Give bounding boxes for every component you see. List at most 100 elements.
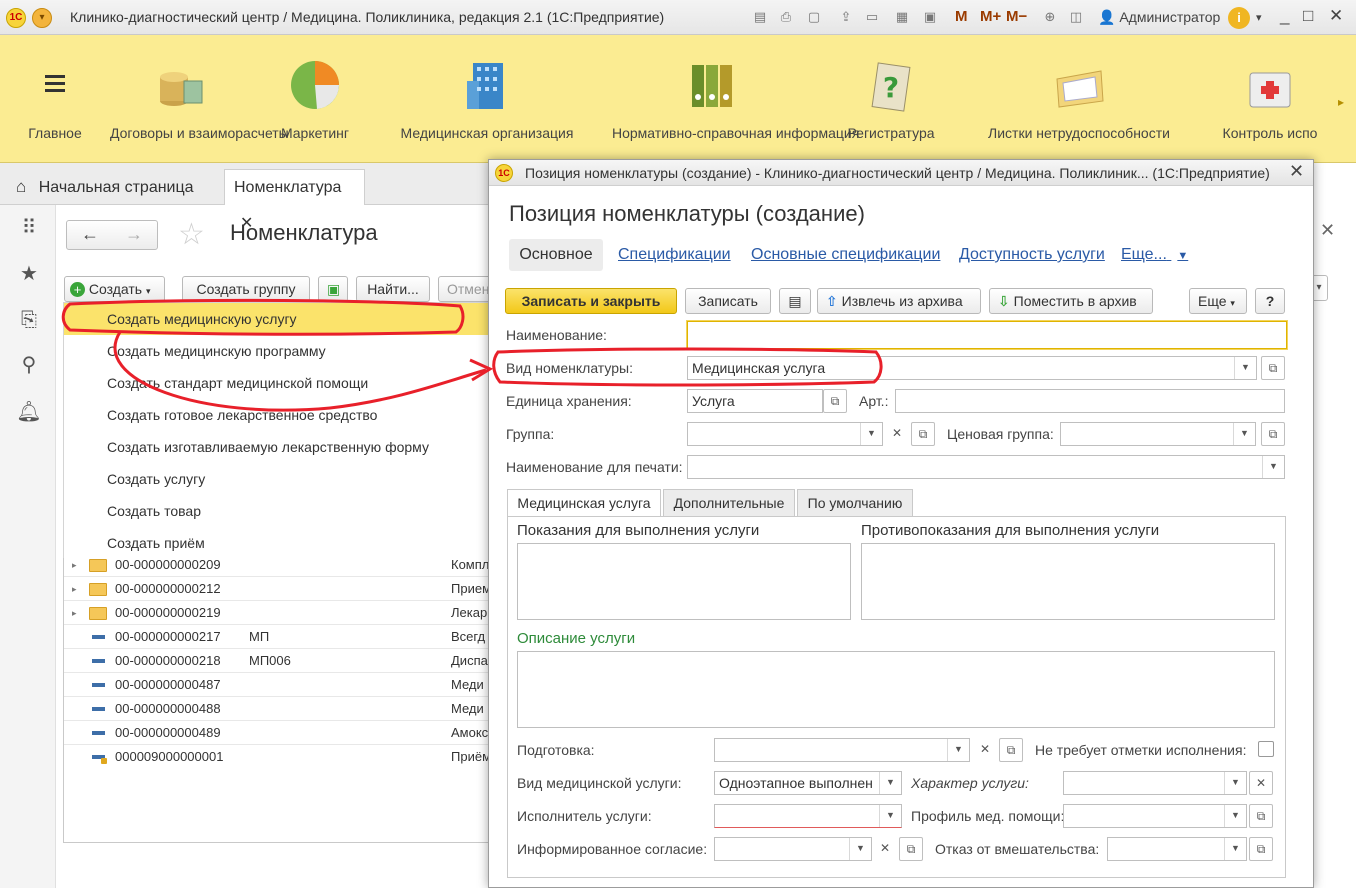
archive-button[interactable]: ⇩ Поместить в архив <box>989 288 1153 314</box>
maximize-button[interactable]: □ <box>1303 6 1313 26</box>
table-row[interactable]: 00-000000000488 Меди <box>64 697 488 721</box>
open-icon[interactable]: ⧉ <box>823 389 847 413</box>
main-menu-button[interactable]: ▾ <box>32 8 52 28</box>
panel-icon[interactable]: ◫ <box>1066 8 1086 26</box>
open-icon[interactable]: ⧉ <box>999 738 1023 762</box>
price-group-select[interactable]: ▼ <box>1060 422 1256 446</box>
attach-icon[interactable]: ⇪ <box>836 8 856 26</box>
table-row[interactable]: 00-000000000218 МП006 Диспа <box>64 649 488 673</box>
chevron-down-icon[interactable]: ▼ <box>1262 456 1284 478</box>
unarchive-button[interactable]: ⇧ Извлечь из архива <box>817 288 981 314</box>
menu-item-create-medical-service[interactable]: Создать медицинскую услугу <box>64 303 488 335</box>
minimize-button[interactable]: _ <box>1280 6 1289 26</box>
tab-home[interactable]: ⌂ Начальная страница <box>16 169 194 205</box>
create-group-button[interactable]: Создать группу <box>182 276 310 302</box>
tab-service-availability[interactable]: Доступность услуги <box>959 239 1105 271</box>
all-functions-icon[interactable]: ⠿ <box>16 215 42 241</box>
tab-main-specifications[interactable]: Основные спецификации <box>751 239 940 271</box>
clear-icon[interactable]: ✕ <box>1249 771 1273 795</box>
service-kind-select[interactable]: Одноэтапное выполнен ▼ <box>714 771 902 795</box>
chevron-down-icon[interactable]: ▼ <box>879 772 901 794</box>
section-contracts[interactable]: Договоры и взаиморасчеты <box>110 35 289 163</box>
calendar-icon[interactable]: ▣ <box>920 8 940 26</box>
calculator-icon[interactable]: ▦ <box>892 8 912 26</box>
save-and-close-button[interactable]: Записать и закрыть <box>505 288 677 314</box>
clear-icon[interactable]: ✕ <box>885 422 909 446</box>
section-reference-info[interactable]: Нормативно-справочная информация <box>612 35 859 163</box>
table-row[interactable]: 00-000000000489 Амокс <box>64 721 488 745</box>
save-button[interactable]: Записать <box>685 288 771 314</box>
menu-item-create-service[interactable]: Создать услугу <box>64 463 488 495</box>
storage-unit-input[interactable]: Услуга <box>687 389 823 413</box>
create-button[interactable]: + Создать ▾ <box>64 276 165 302</box>
scroll-right-icon[interactable]: ▸ <box>1338 95 1344 109</box>
inner-tab-medical-service[interactable]: Медицинская услуга <box>507 489 661 517</box>
clear-icon[interactable]: ✕ <box>873 837 897 861</box>
open-icon[interactable]: ⧉ <box>1261 356 1285 380</box>
table-row[interactable]: 000009000000001 Приём <box>64 745 488 769</box>
contraindications-textarea[interactable] <box>861 543 1275 620</box>
section-registry[interactable]: ? Регистратура <box>832 35 950 163</box>
menu-item-create-finished-drug[interactable]: Создать готовое лекарственное средство <box>64 399 488 431</box>
table-row[interactable]: ▸ 00-000000000212 Прием <box>64 577 488 601</box>
chevron-down-icon[interactable]: ▼ <box>947 739 969 761</box>
table-row[interactable]: ▸ 00-000000000219 Лекар <box>64 601 488 625</box>
chevron-down-icon[interactable]: ▼ <box>879 805 901 827</box>
indications-textarea[interactable] <box>517 543 851 620</box>
memory-minus-button[interactable]: M− <box>1006 8 1027 25</box>
forward-arrow-icon[interactable]: → <box>125 224 143 245</box>
expand-icon[interactable]: ▸ <box>72 553 77 577</box>
inner-tab-additional[interactable]: Дополнительные <box>663 489 795 517</box>
chevron-down-icon[interactable]: ▼ <box>1224 805 1246 827</box>
more-button[interactable]: Еще ▾ <box>1189 288 1247 314</box>
print-name-select[interactable]: ▼ <box>687 455 1285 479</box>
chevron-down-icon[interactable]: ▼ <box>1234 357 1256 379</box>
menu-item-create-medical-program[interactable]: Создать медицинскую программу <box>64 335 488 367</box>
table-row[interactable]: ▸ 00-000000000209 Компл <box>64 553 488 577</box>
tab-more[interactable]: Еще... ▼ <box>1121 239 1188 271</box>
section-main[interactable]: Главное <box>14 35 96 163</box>
info-icon[interactable]: i <box>1228 7 1250 29</box>
save-icon[interactable]: ▤ <box>750 8 770 26</box>
nomenclature-kind-select[interactable]: Медицинская услуга ▼ <box>687 356 1257 380</box>
section-medical-organization[interactable]: Медицинская организация <box>388 35 586 163</box>
history-icon[interactable]: ⎘ <box>16 307 42 333</box>
memory-plus-button[interactable]: M+ <box>980 8 1001 25</box>
open-icon[interactable]: ⧉ <box>1249 837 1273 861</box>
open-icon[interactable]: ⧉ <box>1249 804 1273 828</box>
group-select[interactable]: ▼ <box>687 422 883 446</box>
print-icon[interactable]: ⎙ <box>776 8 796 26</box>
dialog-close-button[interactable]: ✕ <box>1289 161 1304 182</box>
chevron-down-icon[interactable]: ▼ <box>849 838 871 860</box>
chevron-down-icon[interactable]: ▼ <box>1224 772 1246 794</box>
care-profile-select[interactable]: ▼ <box>1063 804 1247 828</box>
section-control[interactable]: Контроль испо <box>1210 35 1330 163</box>
scan-icon[interactable]: ▭ <box>862 8 882 26</box>
chevron-down-icon[interactable]: ▼ <box>1233 423 1255 445</box>
zoom-icon[interactable]: ⊕ <box>1040 8 1060 26</box>
tab-specifications[interactable]: Спецификации <box>618 239 731 271</box>
no-mark-checkbox[interactable] <box>1258 741 1274 757</box>
open-icon[interactable]: ⧉ <box>1261 422 1285 446</box>
consent-select[interactable]: ▼ <box>714 837 872 861</box>
chevron-down-icon[interactable]: ▼ <box>860 423 882 445</box>
table-row[interactable]: 00-000000000217 МП Всегд <box>64 625 488 649</box>
menu-item-create-goods[interactable]: Создать товар <box>64 495 488 527</box>
close-button[interactable]: ✕ <box>1329 6 1343 26</box>
notifications-bell-icon[interactable]: 🔔︎ <box>16 399 42 425</box>
clear-icon[interactable]: ✕ <box>973 738 997 762</box>
user-name[interactable]: 👤 Администратор <box>1098 9 1220 26</box>
description-textarea[interactable] <box>517 651 1275 728</box>
tab-nomenclature[interactable]: Номенклатура ✕ <box>224 169 365 232</box>
add-document-button[interactable]: ▣ <box>318 276 348 302</box>
memory-m-button[interactable]: M <box>955 8 968 25</box>
chevron-down-icon[interactable]: ▼ <box>1224 838 1246 860</box>
section-marketing[interactable]: Маркетинг <box>268 35 362 163</box>
search-icon[interactable]: ⚲ <box>16 352 42 378</box>
refusal-select[interactable]: ▼ <box>1107 837 1247 861</box>
preparation-select[interactable]: ▼ <box>714 738 970 762</box>
article-input[interactable] <box>895 389 1285 413</box>
name-input[interactable] <box>687 321 1287 349</box>
inner-tab-defaults[interactable]: По умолчанию <box>797 489 913 517</box>
open-icon[interactable]: ⧉ <box>899 837 923 861</box>
